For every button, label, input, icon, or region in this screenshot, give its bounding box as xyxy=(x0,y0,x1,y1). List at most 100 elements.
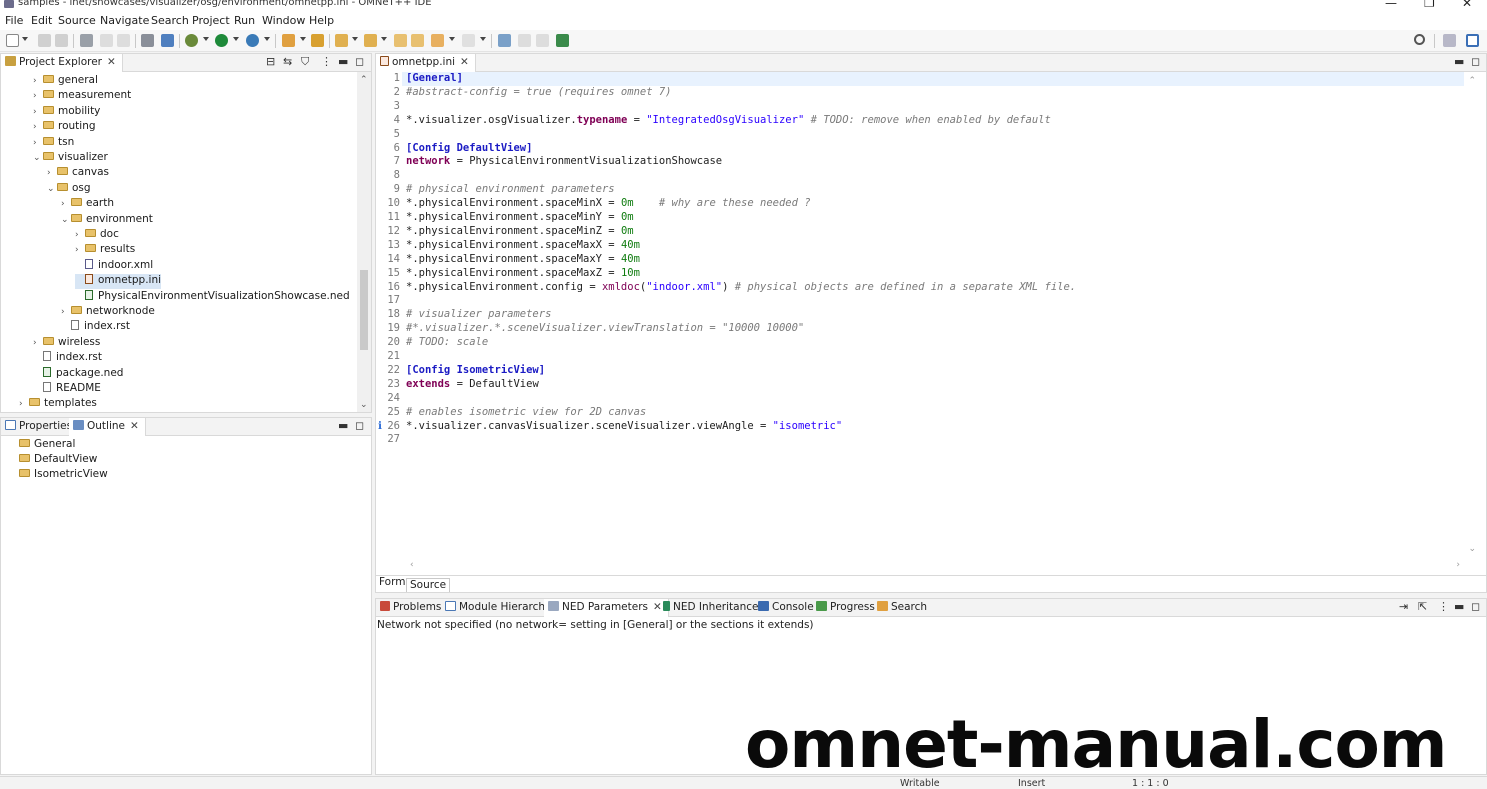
back-icon[interactable] xyxy=(431,34,444,47)
chevron-right-icon[interactable]: › xyxy=(33,91,43,101)
tree-item[interactable]: › routing xyxy=(33,120,96,135)
scroll-down-icon[interactable]: ⌄ xyxy=(360,400,368,410)
tree-item[interactable]: omnetpp.ini xyxy=(75,274,162,290)
close-tab-icon[interactable]: ✕ xyxy=(460,56,469,68)
chevron-down-icon[interactable]: ⌄ xyxy=(33,153,43,163)
tab-outline[interactable]: Outline ✕ xyxy=(69,418,146,436)
menu-edit[interactable]: Edit xyxy=(31,14,52,27)
chevron-right-icon[interactable]: › xyxy=(33,122,43,132)
forward-dropdown-icon[interactable] xyxy=(480,37,486,41)
chevron-right-icon[interactable]: › xyxy=(61,307,71,317)
scroll-thumb[interactable] xyxy=(360,270,368,350)
tab-console[interactable]: Console xyxy=(754,599,820,617)
tree-item[interactable]: › networknode xyxy=(61,305,155,320)
chevron-right-icon[interactable]: › xyxy=(61,199,71,209)
menu-run[interactable]: Run xyxy=(234,14,255,27)
pin-editor-icon[interactable] xyxy=(498,34,511,47)
scroll-left-icon[interactable]: ‹ xyxy=(410,560,414,570)
open-perspective-icon[interactable] xyxy=(1443,34,1456,47)
chevron-right-icon[interactable]: › xyxy=(47,168,57,178)
menu-navigate[interactable]: Navigate xyxy=(100,14,149,27)
run-icon[interactable] xyxy=(215,34,228,47)
save-icon[interactable] xyxy=(38,34,51,47)
search-icon[interactable] xyxy=(1414,34,1425,45)
terminal-icon[interactable] xyxy=(161,34,174,47)
maximize-view-icon[interactable]: ◻ xyxy=(1471,55,1480,68)
tab-ned-inheritance[interactable]: NED Inheritance xyxy=(659,599,764,617)
tab-module-hierarchy[interactable]: Module Hierarchy xyxy=(441,599,557,617)
tool-icon[interactable] xyxy=(282,34,295,47)
outline-item-isometricview[interactable]: IsometricView xyxy=(19,468,108,483)
tree-item[interactable]: › measurement xyxy=(33,89,131,104)
forward-icon[interactable] xyxy=(462,34,475,47)
chevron-right-icon[interactable]: › xyxy=(75,245,85,255)
open-view-icon[interactable]: ⇱ xyxy=(1418,600,1427,613)
tree-item[interactable]: ⌄ environment xyxy=(61,213,153,228)
prev-annotation-dropdown-icon[interactable] xyxy=(381,37,387,41)
filter-icon[interactable]: ⛉ xyxy=(301,55,309,69)
debug-dropdown-icon[interactable] xyxy=(203,37,209,41)
outline-item-defaultview[interactable]: DefaultView xyxy=(19,453,97,468)
prev-annotation-icon[interactable] xyxy=(364,34,377,47)
chevron-right-icon[interactable]: › xyxy=(33,76,43,86)
new-icon[interactable] xyxy=(6,34,19,47)
chevron-down-icon[interactable]: ⌄ xyxy=(61,215,71,225)
export-icon[interactable] xyxy=(556,34,569,47)
tree-item[interactable]: › results xyxy=(75,243,135,258)
nav-back-icon[interactable] xyxy=(518,34,531,47)
tree-item[interactable]: › doc xyxy=(75,228,119,243)
close-tab-icon[interactable]: ✕ xyxy=(130,420,139,432)
menu-help[interactable]: Help xyxy=(309,14,334,27)
tree-item[interactable]: › tsn xyxy=(33,136,74,151)
redo-icon[interactable] xyxy=(117,34,130,47)
tree-item[interactable]: ⌄ osg xyxy=(47,182,91,197)
menu-project[interactable]: Project xyxy=(192,14,230,27)
tab-search[interactable]: Search xyxy=(873,599,933,617)
tab-form[interactable]: Form xyxy=(376,576,408,590)
new-dropdown-icon[interactable] xyxy=(22,37,28,41)
chevron-down-icon[interactable]: ⌄ xyxy=(47,184,57,194)
close-button[interactable]: ✕ xyxy=(1462,0,1472,10)
chevron-right-icon[interactable]: › xyxy=(75,230,85,240)
restore-button[interactable]: ❐ xyxy=(1424,0,1435,10)
run-dropdown-icon[interactable] xyxy=(233,37,239,41)
minimize-view-icon[interactable]: ▬ xyxy=(338,419,348,432)
tab-omnetpp-ini[interactable]: omnetpp.ini ✕ xyxy=(376,54,476,72)
maximize-view-icon[interactable]: ◻ xyxy=(355,55,364,68)
scroll-down-icon[interactable]: ⌄ xyxy=(1468,544,1476,554)
minimize-view-icon[interactable]: ▬ xyxy=(1454,600,1464,613)
tool-dropdown-icon[interactable] xyxy=(300,37,306,41)
chevron-right-icon[interactable]: › xyxy=(33,338,43,348)
undo-icon[interactable] xyxy=(100,34,113,47)
next-annotation-icon[interactable] xyxy=(335,34,348,47)
tree-item[interactable]: index.rst xyxy=(33,351,102,366)
collapse-all-icon[interactable]: ⊟ xyxy=(266,55,275,68)
chevron-right-icon[interactable]: › xyxy=(33,107,43,117)
chevron-right-icon[interactable]: › xyxy=(33,138,43,148)
tab-progress[interactable]: Progress xyxy=(812,599,881,617)
scroll-right-icon[interactable]: › xyxy=(1456,560,1460,570)
pin-view-icon[interactable]: ⇥ xyxy=(1399,600,1408,613)
scroll-up-icon[interactable]: ⌃ xyxy=(360,75,368,85)
back-dropdown-icon[interactable] xyxy=(449,37,455,41)
last-edit-icon[interactable] xyxy=(394,34,407,47)
minimize-button[interactable]: — xyxy=(1385,0,1397,10)
tree-item[interactable]: › general xyxy=(33,74,98,89)
tree-item[interactable]: PhysicalEnvironmentVisualizationShowcase… xyxy=(75,289,350,305)
tree-item[interactable]: package.ned xyxy=(33,366,123,382)
minimize-view-icon[interactable]: ▬ xyxy=(1454,55,1464,68)
menu-window[interactable]: Window xyxy=(262,14,305,27)
maximize-view-icon[interactable]: ◻ xyxy=(1471,600,1480,613)
back-edit-icon[interactable] xyxy=(411,34,424,47)
view-menu-icon[interactable]: ⋮ xyxy=(1438,600,1449,613)
build-icon[interactable] xyxy=(141,34,154,47)
nav-forward-icon[interactable] xyxy=(536,34,549,47)
view-menu-icon[interactable]: ⋮ xyxy=(321,55,332,68)
save-all-icon[interactable] xyxy=(55,34,68,47)
menu-search[interactable]: Search xyxy=(151,14,189,27)
tree-item[interactable]: indoor.xml xyxy=(75,258,153,274)
tab-properties[interactable]: Properties xyxy=(1,418,78,436)
tree-item[interactable]: › mobility xyxy=(33,105,100,120)
code-editor[interactable]: 1 [General] 2 #abstract-config = true (requ… xyxy=(376,72,1464,566)
outline-item-general[interactable]: General xyxy=(19,438,75,453)
